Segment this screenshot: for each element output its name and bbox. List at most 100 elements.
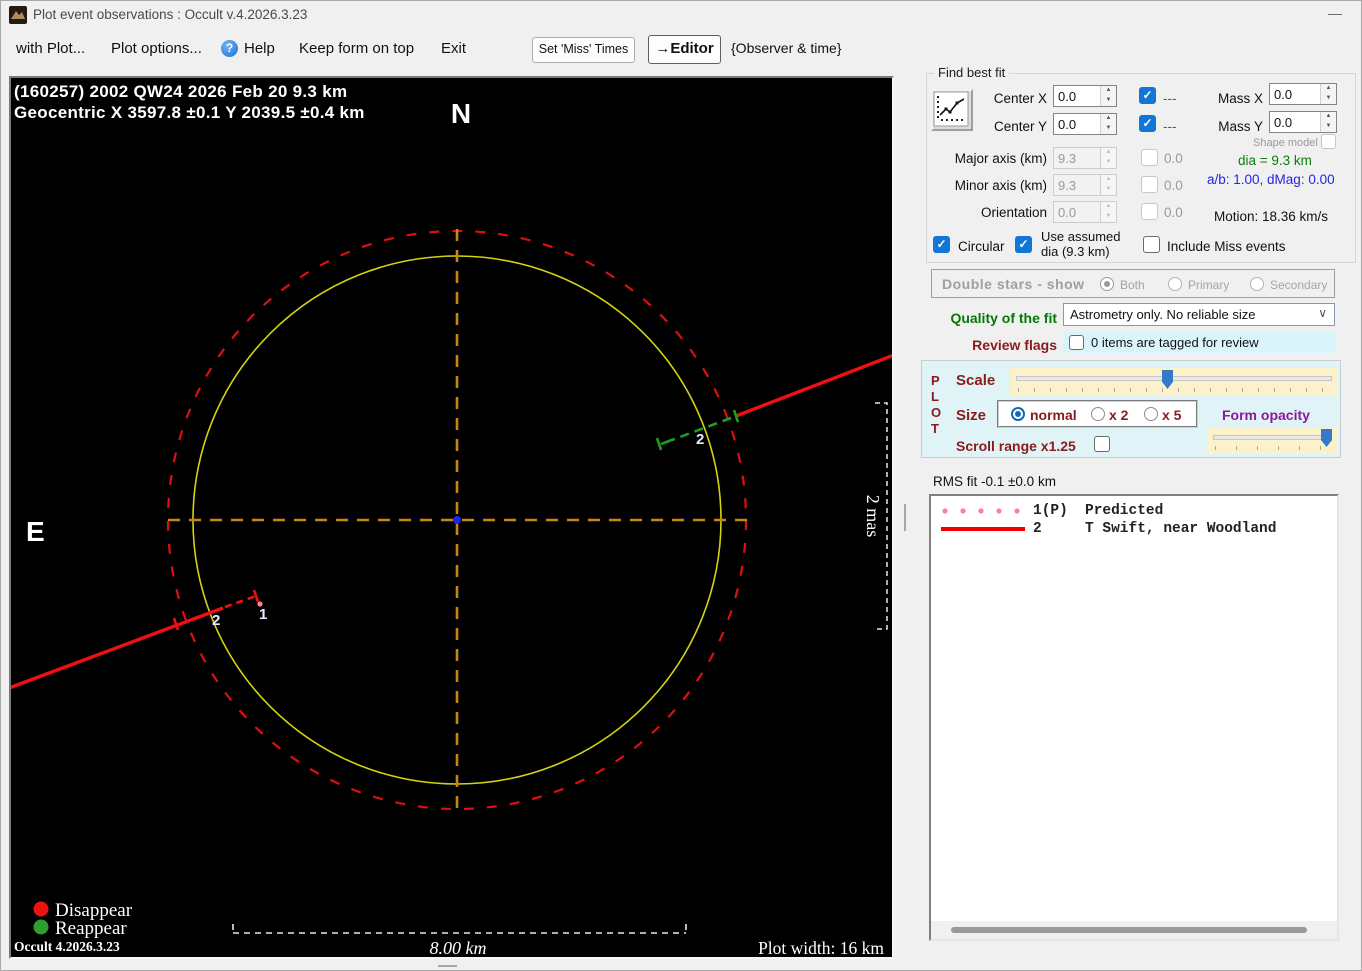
major-axis-input[interactable]: 9.3 ▲ ▼ [1053,147,1117,169]
center-x-up-icon[interactable]: ▲ [1101,86,1116,96]
mass-x-up-icon[interactable]: ▲ [1321,84,1336,94]
observation-row-predicted[interactable]: 1(P) Predicted [931,503,1337,519]
center-x-down-icon[interactable]: ▼ [1101,96,1116,106]
double-stars-both-radio[interactable] [1100,277,1114,291]
title-bar: Plot event observations : Occult v.4.202… [1,1,1361,29]
size-x5-label: x 5 [1162,407,1182,423]
plot-vertical-letter-l: L [931,389,939,404]
listbox-horizontal-scrollbar[interactable] [931,921,1337,939]
center-y-checkbox[interactable]: ✓ [1139,115,1156,132]
form-opacity-slider-thumb[interactable] [1321,429,1332,447]
center-x-dash-label: --- [1163,91,1177,106]
plot-version-label: Occult 4.2026.3.23 [14,939,120,954]
double-stars-secondary-radio[interactable] [1250,277,1264,291]
plot-header-line1: (160257) 2002 QW24 2026 Feb 20 9.3 km [14,82,347,101]
minor-axis-cb-label: 0.0 [1164,178,1183,193]
double-stars-secondary-label: Secondary [1270,278,1328,292]
center-y-up-icon[interactable]: ▲ [1101,114,1116,124]
scale-bar [232,924,687,934]
include-miss-checkbox[interactable] [1143,236,1160,253]
observation-row-swift[interactable]: 2 T Swift, near Woodland [931,521,1337,537]
center-y-dash-label: --- [1163,119,1177,134]
window-title: Plot event observations : Occult v.4.202… [33,7,308,22]
center-y-input[interactable]: 0.0 ▲ ▼ [1053,113,1117,135]
disappear-legend-dot [33,901,49,917]
scroll-range-checkbox[interactable] [1094,436,1110,452]
mass-y-up-icon[interactable]: ▲ [1321,112,1336,122]
minor-axis-input[interactable]: 9.3 ▲ ▼ [1053,174,1117,196]
major-axis-checkbox[interactable] [1141,149,1158,166]
observation-id: 2 [1033,521,1042,537]
form-opacity-label: Form opacity [1222,407,1310,423]
mass-x-input[interactable]: 0.0 ▲ ▼ [1269,83,1337,105]
menu-exit[interactable]: Exit [441,40,466,57]
horizontal-splitter-handle[interactable] [438,965,457,967]
orientation-cb-label: 0.0 [1164,205,1183,220]
center-x-checkbox[interactable]: ✓ [1139,87,1156,104]
north-label: N [451,98,471,129]
vertical-splitter-handle[interactable] [904,504,906,531]
east-label: E [26,516,45,547]
ab-dmag-label: a/b: 1.00, dMag: 0.00 [1207,172,1335,187]
size-x5-radio[interactable] [1144,407,1158,421]
motion-label: Motion: 18.36 km/s [1214,209,1329,224]
minor-axis-down-icon: ▼ [1101,185,1116,195]
size-radio-group: normal x 2 x 5 [997,400,1198,428]
mass-y-input[interactable]: 0.0 ▲ ▼ [1269,111,1337,133]
editor-button[interactable]: →Editor [648,35,721,64]
set-miss-times-button[interactable]: Set 'Miss' Times [532,37,635,63]
scale-label: Scale [956,372,996,389]
chord1-label: 1 [259,606,267,623]
double-stars-primary-radio[interactable] [1168,277,1182,291]
review-flags-field: 0 items are tagged for review [1063,332,1335,353]
plot-width-label: Plot width: 16 km [758,938,884,957]
minor-axis-checkbox[interactable] [1141,176,1158,193]
size-label: Size [956,407,987,424]
app-window: Plot event observations : Occult v.4.202… [0,0,1362,971]
observations-listbox[interactable]: 1(P) Predicted 2 T Swift, near Woodland [929,494,1339,941]
center-x-input[interactable]: 0.0 ▲ ▼ [1053,85,1117,107]
form-opacity-slider[interactable] [1207,428,1338,454]
plot-vertical-letter-p: P [931,373,940,388]
orientation-up-icon: ▲ [1101,202,1116,212]
scrollbar-thumb[interactable] [951,927,1307,933]
circular-label: Circular [958,239,1005,254]
menu-plot-options[interactable]: Plot options... [111,40,202,57]
reappear-legend-label: Reappear [55,918,127,939]
fit-chart-icon [933,91,969,127]
shape-model-checkbox[interactable] [1321,134,1336,149]
scale-slider[interactable] [1010,368,1338,396]
minimize-button[interactable]: — [1313,1,1357,27]
orientation-input[interactable]: 0.0 ▲ ▼ [1053,201,1117,223]
predicted-dotted-line-sample [942,508,1020,514]
center-dot [453,516,461,524]
major-axis-up-icon: ▲ [1101,148,1116,158]
circular-checkbox[interactable]: ✓ [933,236,950,253]
review-flags-checkbox[interactable] [1069,335,1084,350]
mass-y-down-icon[interactable]: ▼ [1321,122,1336,132]
mas-scale-label: 2 mas [863,495,883,538]
occult-app-icon [9,6,27,24]
plot-vertical-letter-t: T [931,421,939,436]
help-icon[interactable]: ? [221,40,238,57]
quality-of-fit-select[interactable]: Astrometry only. No reliable size ∨ [1063,303,1335,326]
major-axis-down-icon: ▼ [1101,158,1116,168]
chord-observer2 [8,353,895,690]
center-y-down-icon[interactable]: ▼ [1101,124,1116,134]
scale-slider-thumb[interactable] [1162,370,1173,389]
scroll-range-label: Scroll range x1.25 [956,438,1076,454]
mass-x-label: Mass X [1217,91,1263,106]
size-normal-radio[interactable] [1011,407,1025,421]
menu-keep-form-on-top[interactable]: Keep form on top [299,40,414,57]
mass-x-down-icon[interactable]: ▼ [1321,94,1336,104]
major-axis-cb-label: 0.0 [1164,151,1183,166]
occultation-plot-area[interactable]: 2 1 2 (160257) 2002 QW24 2026 Feb 20 9.3… [8,76,895,959]
menu-with-plot[interactable]: with Plot... [16,40,85,57]
orientation-checkbox[interactable] [1141,203,1158,220]
orientation-label: Orientation [980,205,1047,220]
minor-axis-up-icon: ▲ [1101,175,1116,185]
use-assumed-checkbox[interactable]: ✓ [1015,236,1032,253]
size-x2-radio[interactable] [1091,407,1105,421]
center-y-label: Center Y [993,119,1047,134]
menu-help[interactable]: Help [244,40,275,57]
